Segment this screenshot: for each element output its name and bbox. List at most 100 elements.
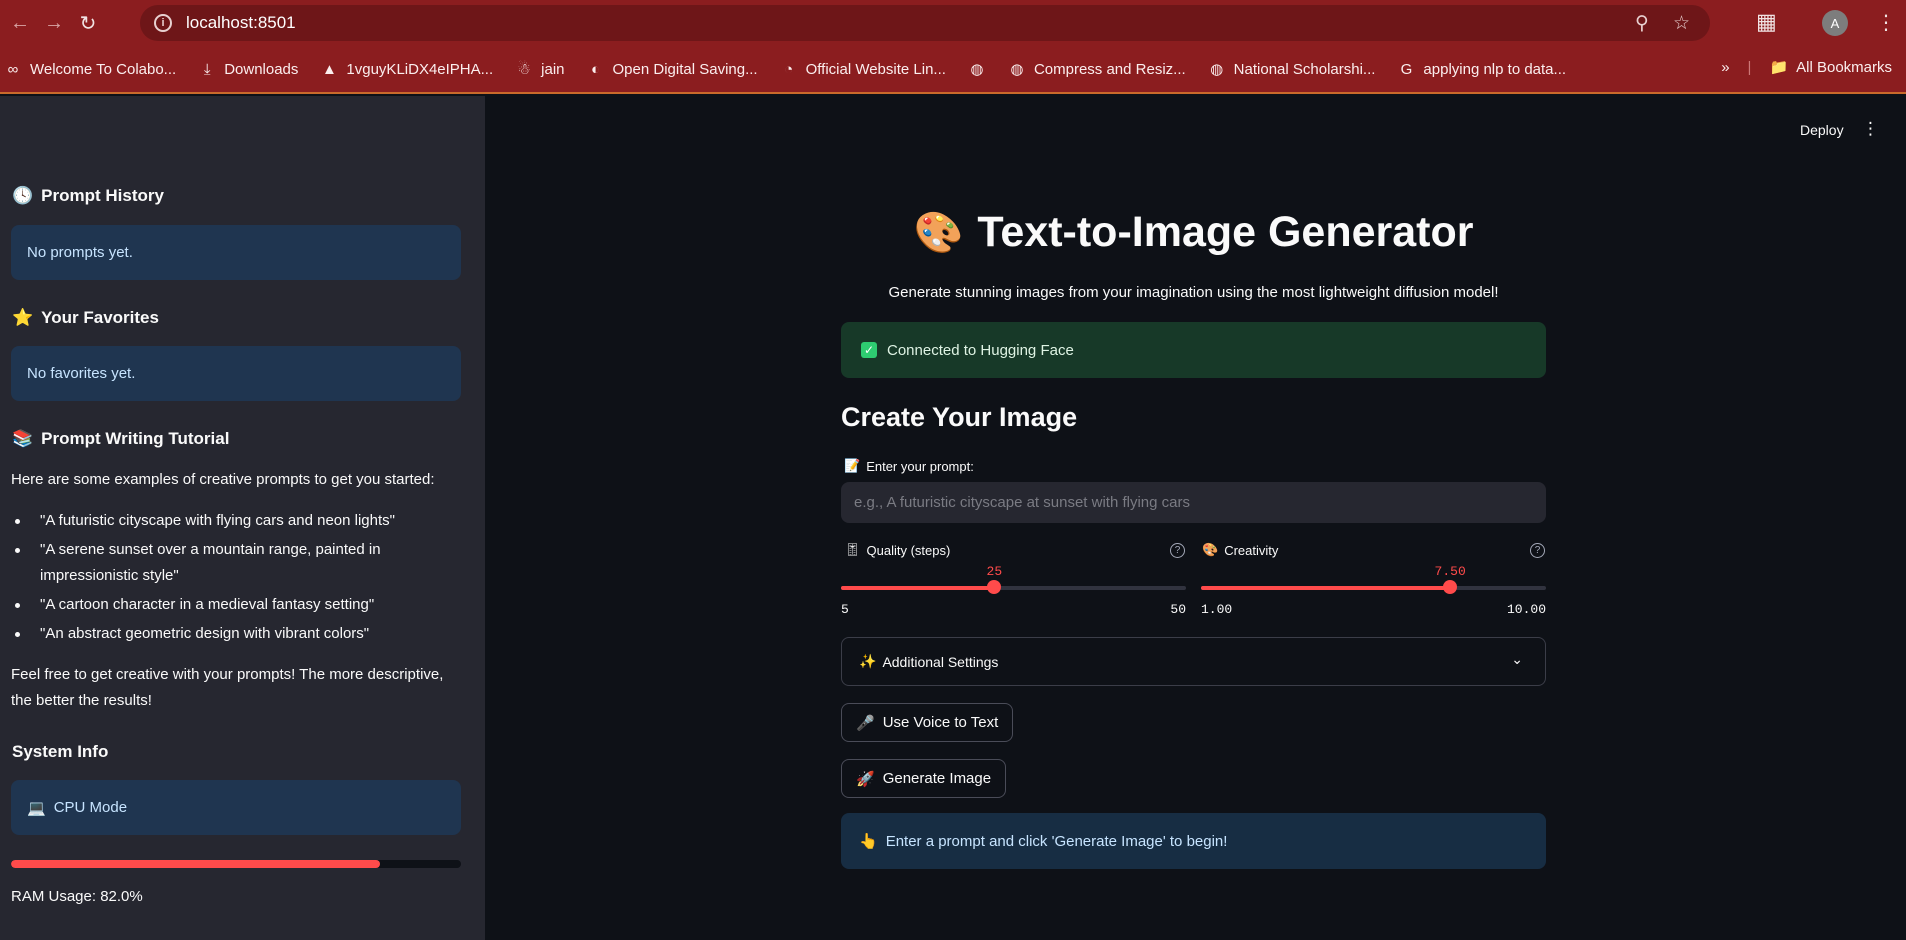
generate-button-label: Generate Image [882, 770, 992, 787]
site-icon: ◔ [784, 60, 794, 78]
voice-button-label: Use Voice to Text [882, 714, 999, 731]
bookmark-label: applying nlp to data... [1423, 60, 1567, 78]
bookmark-label: jain [541, 60, 565, 78]
tutorial-intro: Here are some examples of creative promp… [11, 471, 435, 488]
quality-track[interactable] [841, 580, 1186, 594]
more-bookmarks-icon[interactable]: » [1721, 59, 1729, 76]
generate-image-button[interactable]: 🚀 Generate Image [841, 759, 1007, 798]
creativity-label: 🎨 Creativity [1202, 542, 1278, 558]
bookmarks-divider: | [1747, 58, 1752, 76]
folder-icon: 📁 [1769, 59, 1789, 76]
extensions-icon[interactable]: ▦ [1756, 9, 1777, 35]
prompt-label: 📝 Enter your prompt: [844, 458, 974, 474]
profile-avatar[interactable]: A [1822, 10, 1848, 36]
ram-usage-text: RAM Usage: 82.0% [11, 888, 143, 905]
laptop-icon: 💻 [27, 799, 46, 817]
palette-icon: 🎨 [913, 211, 964, 255]
quality-fill [841, 586, 995, 590]
connection-status: ✓ Connected to Hugging Face [841, 322, 1546, 378]
robot-icon: ☃ [517, 61, 531, 78]
globe-icon: ◍ [1010, 61, 1024, 78]
app-menu-icon[interactable]: ⋮ [1862, 119, 1879, 139]
all-bookmarks[interactable]: 📁 All Bookmarks [1769, 58, 1892, 77]
creativity-thumb[interactable] [1443, 580, 1458, 594]
creativity-fill [1201, 586, 1451, 590]
bookmark-item[interactable]: ◐ Open Digital Saving... [587, 61, 758, 78]
tutorial-outro: Feel free to get creative with your prom… [11, 666, 444, 709]
bookmark-item[interactable]: ∞ Welcome To Colabo... [4, 60, 177, 78]
ram-progress-fill [11, 860, 380, 868]
quality-label-text: Quality (steps) [866, 542, 951, 558]
bookmark-label: 1vguyKLiDX4eIPHA... [346, 60, 494, 78]
creativity-track[interactable] [1201, 580, 1546, 594]
system-info-label: System Info [12, 742, 109, 761]
reload-icon[interactable]: ↻ [74, 9, 102, 37]
site-info-icon[interactable]: i [154, 14, 172, 32]
prompt-input[interactable] [841, 482, 1546, 523]
memo-icon: 📝 [844, 458, 861, 473]
info-message-text: Enter a prompt and click 'Generate Image… [885, 832, 1228, 850]
quality-value: 25 [986, 564, 1003, 579]
page-title-text: Text-to-Image Generator [977, 208, 1474, 256]
microphone-icon: 🎤 [856, 714, 875, 732]
browser-toolbar: ← → ↻ i localhost:8501 ⚲ ☆ ▦ A ⋮ [0, 0, 1906, 46]
bookmark-item[interactable]: ◍ National Scholarshi... [1208, 60, 1375, 79]
pointing-hand-icon: 👆 [859, 833, 878, 850]
zoom-icon[interactable]: ⚲ [1635, 12, 1649, 35]
bookmark-item[interactable]: ◍ Compress and Resiz... [1008, 60, 1185, 79]
creativity-max: 10.00 [1506, 602, 1546, 617]
prompt-history-label: Prompt History [41, 186, 164, 205]
list-item: "An abstract geometric design with vibra… [11, 621, 451, 647]
deploy-button[interactable]: Deploy [1800, 122, 1844, 138]
forward-icon[interactable]: → [40, 9, 68, 37]
url-host: localhost:8501 [186, 13, 296, 32]
back-icon[interactable]: ← [6, 9, 34, 37]
creativity-min: 1.00 [1201, 602, 1233, 617]
bookmark-item[interactable]: ☃ jain [515, 60, 565, 79]
bookmark-label: Official Website Lin... [805, 60, 946, 78]
bookmark-item[interactable]: ◔ Official Website Lin... [780, 61, 946, 78]
colab-icon: ∞ [7, 60, 19, 78]
favorites-empty-box: No favorites yet. [11, 346, 461, 401]
browser-menu-icon[interactable]: ⋮ [1876, 10, 1896, 35]
list-item: "A futuristic cityscape with flying cars… [11, 508, 451, 534]
url-text[interactable]: localhost:8501 [186, 13, 296, 33]
examples-list: "A futuristic cityscape with flying cars… [11, 508, 451, 650]
bookmark-item[interactable]: ▲ 1vguyKLiDX4eIPHA... [320, 61, 493, 78]
list-item: "A serene sunset over a mountain range, … [11, 537, 451, 589]
system-info-title: System Info [12, 742, 108, 762]
bookmark-star-icon[interactable]: ☆ [1673, 12, 1690, 35]
creativity-help-icon[interactable]: ? [1530, 543, 1545, 558]
bookmark-item[interactable]: ◍ [968, 60, 986, 78]
bookmarks-bar: ∞ Welcome To Colabo... ⤓ Downloads ▲ 1vguyKLi… [0, 46, 1906, 94]
prompt-history-title: 🕓 Prompt History [12, 186, 164, 206]
globe-icon: ◍ [1210, 61, 1224, 78]
download-icon: ⤓ [203, 60, 211, 78]
favorites-empty-text: No favorites yet. [27, 365, 136, 382]
voice-to-text-button[interactable]: 🎤 Use Voice to Text [841, 703, 1014, 742]
cpu-mode-box: 💻 CPU Mode [11, 780, 461, 835]
chevron-down-icon: ⌄ [1511, 651, 1523, 667]
create-heading: Create Your Image [841, 402, 1078, 432]
bookmark-item[interactable]: ⤓ Downloads [198, 60, 299, 78]
star-icon: ⭐ [12, 308, 34, 327]
quality-label: 🎚 Quality (steps) [844, 542, 950, 558]
quality-thumb[interactable] [987, 580, 1002, 594]
check-icon: ✓ [861, 342, 877, 358]
favorites-label: Your Favorites [41, 308, 159, 327]
list-item: "A cartoon character in a medieval fanta… [11, 592, 451, 618]
additional-settings-expander[interactable]: ✨ Additional Settings ⌄ [841, 637, 1546, 686]
all-bookmarks-label: All Bookmarks [1796, 58, 1892, 76]
info-message: 👆 Enter a prompt and click 'Generate Ima… [841, 813, 1546, 869]
prompt-label-text: Enter your prompt: [866, 458, 974, 474]
address-bar[interactable]: i localhost:8501 ⚲ ☆ [140, 5, 1710, 41]
tutorial-title: 📚 Prompt Writing Tutorial [12, 429, 229, 449]
cpu-mode-text: CPU Mode [53, 799, 128, 816]
creativity-label-text: Creativity [1224, 542, 1279, 558]
page-title: 🎨 Text-to-Image Generator [841, 208, 1546, 257]
quality-help-icon[interactable]: ? [1170, 543, 1185, 558]
bookmark-label: Open Digital Saving... [612, 60, 758, 78]
quality-min: 5 [841, 602, 849, 617]
bookmark-item[interactable]: Gapplying nlp to data... [1397, 61, 1566, 78]
history-empty-box: No prompts yet. [11, 225, 461, 280]
